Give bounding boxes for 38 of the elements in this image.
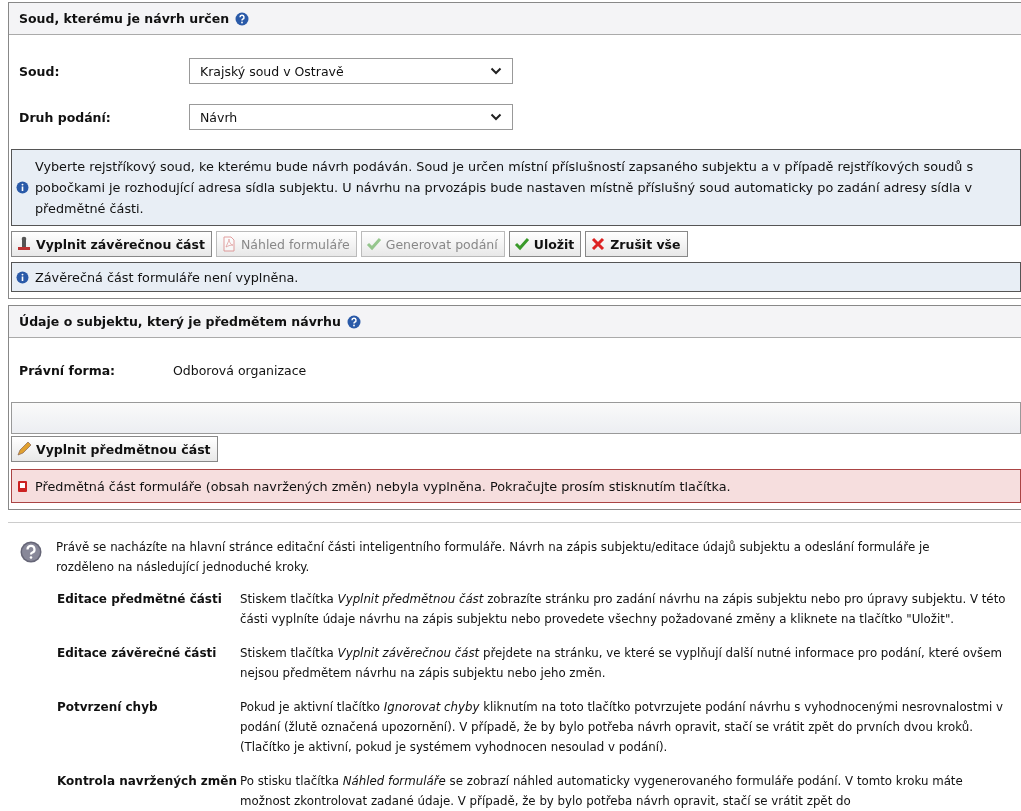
info-icon <box>16 270 29 284</box>
info-text: Vyberte rejstříkový soud, ke kterému bude návrh podáván. Soud je určen místní příslušností zapsaného subjektu a v případě rejstříkových soudů s pobočkami je rozhodující adresa sídla subjektu. U návrhu na prvozápis bude nastaven místně příslušný soud automaticky po zadání adresy sídla v předmětné části. <box>35 158 975 218</box>
chevron-down-icon <box>490 113 502 121</box>
panel-title: Soud, kterému je návrh určen <box>19 11 230 26</box>
pencil-icon <box>16 441 32 457</box>
field-label: Právní forma: <box>19 362 117 378</box>
select-field[interactable]: Návrh <box>189 104 513 130</box>
check-icon <box>365 236 382 252</box>
select-field[interactable]: Krajský soud v Ostravě <box>189 58 513 84</box>
help-icon <box>235 11 250 26</box>
step-description: Po stisku tlačítka Náhled formuláře se zobrazí náhled automaticky vygenerovaného formuláře podání. V tomto kroku máte možnost zkontrolovat zadané údaje. V případě, že by bylo potřeba návrh opravit, stačí se vrátit zpět do <box>240 773 964 810</box>
field-label: Soud: <box>19 63 61 79</box>
help-icon <box>20 541 42 563</box>
panel-title: Údaje o subjektu, který je předmětem návrhu <box>19 314 341 329</box>
help-text: Právě se nacházíte na hlavní stránce editační části inteligentního formuláře. Návrh na zápis subjektu/editace údajů subjektu a odeslání formuláře je rozděleno na následující jednoduché kroky. <box>56 539 931 576</box>
document-icon <box>220 236 237 252</box>
toolbar-button[interactable]: Zrušit vše <box>585 231 688 257</box>
chevron-down-icon <box>490 67 502 75</box>
check-icon <box>513 236 530 252</box>
status-text: Závěrečná část formuláře není vyplněna. <box>35 268 299 287</box>
step-title: Editace závěrečné části <box>57 645 218 662</box>
toolbar-button[interactable]: Vyplnit závěrečnou část <box>11 231 212 257</box>
warning-icon <box>16 479 29 493</box>
step-description: Stiskem tlačítka Vyplnit předmětnou část zobrazíte stránku pro zadání návrhu na zápis subjektu nebo pro úpravy subjektu. V této části vyplníte údaje návrhu na zápis subjektu nebo provedete všechny požadované změny a kliknete na tlačítko "Uložit". <box>240 591 1007 628</box>
step-description: Pokud je aktivní tlačítko Ignorovat chyby kliknutím na toto tlačítko potvrzujete podání návrhu s vyhodnocenými nesrovnalostmi v podání (žlutě označená upozornění). V případě, že by bylo potřeba návrh opravit, stačí se vrátit zpět do prvních dvou kroků. (Tlačítko je aktivní, pokud je systémem vyhodnocen nesoulad v podání). <box>240 699 1004 756</box>
toolbar-button[interactable]: Uložit <box>508 231 582 257</box>
step-title: Editace předmětné části <box>57 591 223 608</box>
error-text: Předmětná část formuláře (obsah navržených změn) nebyla vyplněna. Pokračujte prosím stisknutím tlačítka. <box>35 477 731 496</box>
step-description: Stiskem tlačítka Vyplnit závěrečnou část přejdete na stránku, ve které se vyplňují další nutné informace pro podání, které ovšem nejsou předmětem návrhu na zápis subjektu nebo jeho změn. <box>240 645 1003 682</box>
fill-button[interactable]: Vyplnit předmětnou část <box>11 436 218 462</box>
close-icon <box>590 236 607 252</box>
step-title: Potvrzení chyb <box>57 699 159 716</box>
help-icon <box>346 314 361 329</box>
field-label: Druh podání: <box>19 109 112 125</box>
info-icon <box>16 181 29 194</box>
step-title: Kontrola navržených změn <box>57 773 239 790</box>
field-value: Odborová organizace <box>173 362 307 378</box>
stamp-icon <box>16 236 32 252</box>
